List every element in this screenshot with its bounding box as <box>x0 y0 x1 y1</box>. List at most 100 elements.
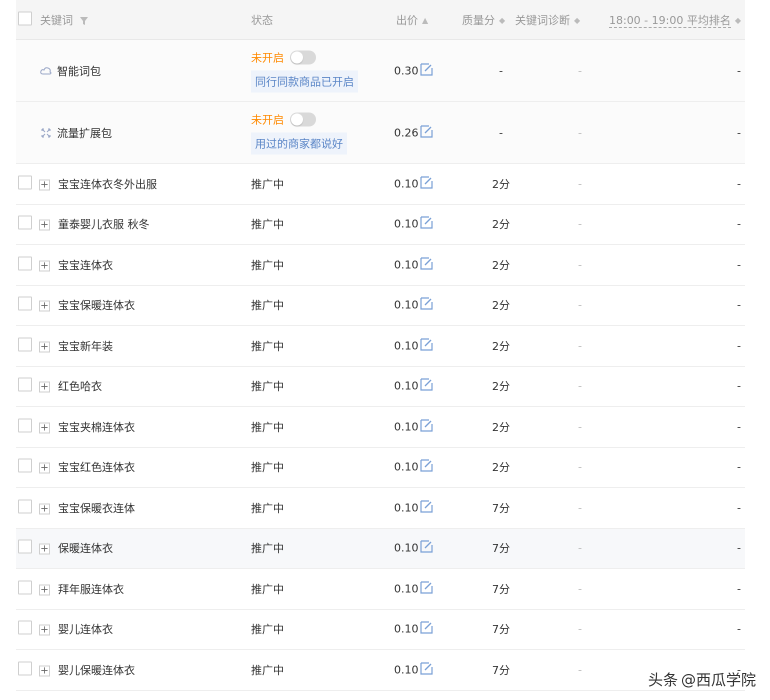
keyword-text: 拜年服连体衣 <box>58 582 124 596</box>
expand-plus-icon[interactable]: + <box>39 339 50 353</box>
package-name: 流量扩展包 <box>40 125 112 141</box>
bid-value: 0.26 <box>394 126 419 139</box>
bid-value: 0.10 <box>394 217 419 231</box>
edit-bid-icon[interactable] <box>420 419 433 435</box>
rank-value: - <box>737 298 741 312</box>
expand-plus-icon[interactable]: + <box>39 299 50 312</box>
expand-plus-icon[interactable]: + <box>39 420 50 434</box>
expand-plus-icon[interactable]: + <box>39 542 50 555</box>
quality-value: 2分 <box>492 461 510 475</box>
edit-bid-icon[interactable] <box>420 124 433 141</box>
diagnosis-value: - <box>578 217 582 231</box>
filter-icon[interactable] <box>79 16 88 25</box>
row-checkbox[interactable] <box>18 377 32 395</box>
quality-value: 2分 <box>492 420 510 434</box>
row-checkbox[interactable] <box>18 661 32 678</box>
edit-bid-icon[interactable] <box>420 297 433 313</box>
status-text: 推广中 <box>251 299 284 313</box>
row-checkbox[interactable] <box>18 418 32 435</box>
header-diagnosis[interactable]: 关键词诊断 ◆ <box>515 12 580 28</box>
sort-icon[interactable]: ◆ <box>735 16 741 25</box>
header-rank[interactable]: 18:00 - 19:00 平均排名 ◆ <box>608 12 741 28</box>
header-quality[interactable]: 质量分 ◆ <box>462 12 505 28</box>
rank-value: - <box>737 541 741 555</box>
keyword-text: 婴儿保暖连体衣 <box>58 663 135 677</box>
row-checkbox[interactable] <box>18 337 32 354</box>
edit-bid-icon[interactable] <box>420 62 433 79</box>
status-text: 推广中 <box>251 542 284 556</box>
row-checkbox[interactable] <box>18 458 32 476</box>
table-row: + 婴儿保暖连体衣 推广中 0.10 7分 - - <box>16 650 745 691</box>
rank-value: - <box>737 177 741 191</box>
row-checkbox[interactable] <box>18 296 32 314</box>
expand-plus-icon[interactable]: + <box>39 380 50 393</box>
expand-plus-icon[interactable]: + <box>39 663 50 677</box>
edit-bid-icon[interactable] <box>420 540 433 556</box>
header-bid[interactable]: 出价 ▲ <box>396 12 428 28</box>
edit-bid-icon[interactable] <box>420 176 433 192</box>
keyword-text: 宝宝红色连体衣 <box>58 461 135 475</box>
rank-value: - <box>737 126 741 139</box>
row-checkbox[interactable] <box>18 256 32 273</box>
diagnosis-value: - <box>578 663 582 677</box>
row-checkbox[interactable] <box>18 215 32 233</box>
status-text: 推广中 <box>251 623 284 637</box>
edit-bid-icon[interactable] <box>420 459 433 475</box>
expand-plus-icon[interactable]: + <box>39 461 50 474</box>
quality-value: 2分 <box>492 380 510 394</box>
quality-value: 2分 <box>492 177 510 191</box>
sort-icon[interactable]: ◆ <box>574 16 580 25</box>
diagnosis-value: - <box>578 501 582 515</box>
sort-icon[interactable]: ▲ <box>422 16 428 25</box>
sort-icon[interactable]: ◆ <box>499 16 505 25</box>
keyword-table: 关键词 状态 出价 ▲ 质量分 ◆ 关键词诊断 ◆ 18:00 - 19:00 平均排… <box>16 0 745 691</box>
keyword-text: 宝宝保暖衣连体 <box>58 501 135 515</box>
row-checkbox[interactable] <box>18 499 32 516</box>
expand-plus-icon[interactable]: + <box>39 501 50 515</box>
row-checkbox[interactable] <box>18 580 32 597</box>
edit-bid-icon[interactable] <box>420 378 433 394</box>
edit-bid-icon[interactable] <box>420 216 433 232</box>
keyword-text: 保暖连体衣 <box>58 542 113 556</box>
package-toggle[interactable] <box>289 50 316 64</box>
quality-value: 7分 <box>492 623 510 637</box>
edit-bid-icon[interactable] <box>420 338 433 354</box>
edit-bid-icon[interactable] <box>420 621 433 637</box>
bid-value: 0.30 <box>394 64 419 77</box>
rank-value: - <box>737 379 741 393</box>
edit-bid-icon[interactable] <box>420 257 433 273</box>
edit-bid-icon[interactable] <box>420 500 433 516</box>
expand-plus-icon[interactable]: + <box>39 623 50 636</box>
package-toggle[interactable] <box>289 112 316 126</box>
keyword-text: 宝宝夹棉连体衣 <box>58 420 135 434</box>
diagnosis-value: - <box>578 126 582 139</box>
table-row: + 宝宝新年装 推广中 0.10 2分 - - <box>16 326 745 367</box>
row-checkbox[interactable] <box>18 539 32 557</box>
table-row: + 宝宝保暖连体衣 推广中 0.10 2分 - - <box>16 286 745 326</box>
edit-bid-icon[interactable] <box>420 581 433 597</box>
package-tip: 用过的商家都说好 <box>251 132 347 154</box>
expand-plus-icon[interactable]: + <box>39 218 50 231</box>
quality-value: 7分 <box>492 663 510 677</box>
expand-plus-icon[interactable]: + <box>39 258 50 272</box>
table-row: + 宝宝连体衣 推广中 0.10 2分 - - <box>16 245 745 286</box>
rank-value: - <box>737 460 741 474</box>
table-row: + 宝宝夹棉连体衣 推广中 0.10 2分 - - <box>16 407 745 448</box>
status-text: 推广中 <box>251 218 284 232</box>
row-checkbox[interactable] <box>18 175 32 192</box>
keyword-text: 婴儿连体衣 <box>58 623 113 637</box>
package-row-smart: 智能词包 未开启 同行同款商品已开启 0.30 - - - <box>16 40 745 102</box>
diagnosis-value: - <box>578 420 582 434</box>
select-all-checkbox[interactable] <box>18 11 32 28</box>
diagnosis-value: - <box>578 298 582 312</box>
edit-bid-icon[interactable] <box>420 662 433 678</box>
watermark: 头条 @西瓜学院 <box>648 669 756 690</box>
rank-value: - <box>737 622 741 636</box>
row-checkbox[interactable] <box>18 620 32 638</box>
watermark-account: @西瓜学院 <box>680 671 756 689</box>
status-off-label: 未开启 <box>251 51 284 64</box>
expand-plus-icon[interactable]: + <box>39 177 50 191</box>
expand-plus-icon[interactable]: + <box>39 582 50 596</box>
bid-value: 0.10 <box>394 258 419 272</box>
diagnosis-value: - <box>578 258 582 272</box>
